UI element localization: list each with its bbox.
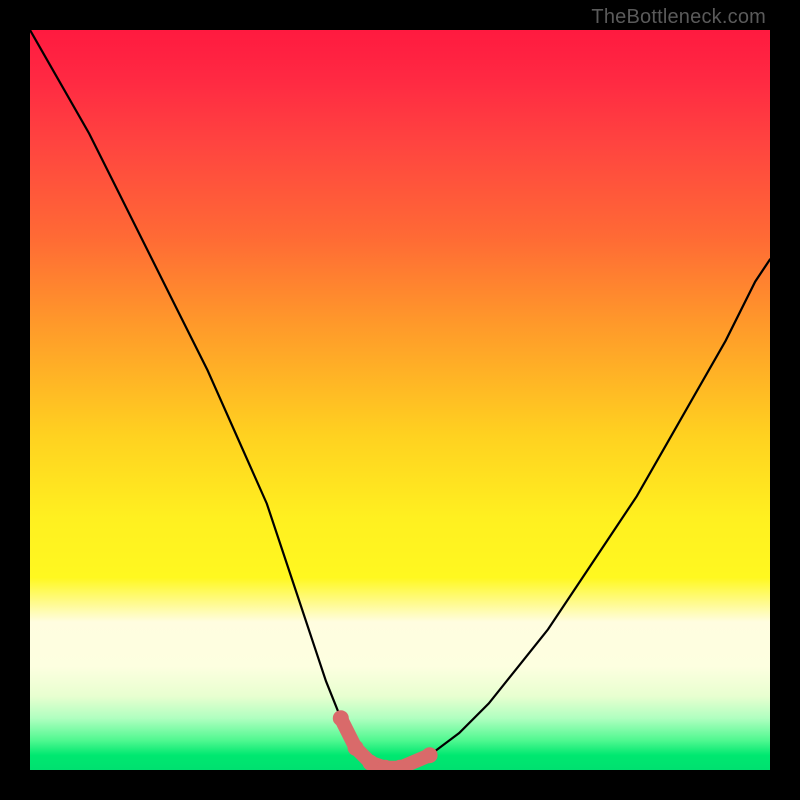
- watermark-text: TheBottleneck.com: [591, 6, 766, 29]
- chart-svg: [30, 30, 770, 770]
- bottleneck-curve-line: [30, 30, 770, 768]
- highlight-dot: [422, 747, 438, 763]
- highlight-dot: [348, 740, 364, 756]
- plot-area: [30, 30, 770, 770]
- highlight-dot: [333, 710, 349, 726]
- highlight-dot: [362, 755, 378, 770]
